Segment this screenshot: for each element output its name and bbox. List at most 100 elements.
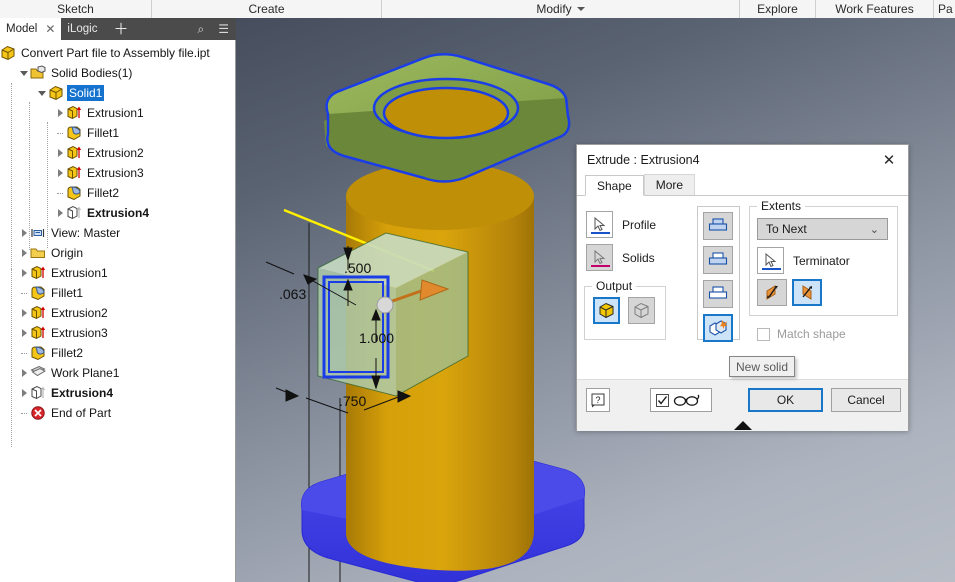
ribbon-panel-label: Explore [757, 2, 798, 16]
tree-item[interactable]: Extrusion2 [0, 143, 236, 163]
dialog-title-bar[interactable]: Extrude : Extrusion4 ✕ [577, 145, 908, 174]
dialog-title: Extrude : Extrusion4 [587, 152, 700, 167]
tree-item[interactable]: Extrusion1 [0, 103, 236, 123]
close-icon[interactable]: ✕ [45, 23, 55, 35]
add-tab-icon[interactable]: ＋ [107, 22, 134, 37]
tab-model[interactable]: Model ✕ [0, 18, 62, 40]
tree-item-icon-wrap [30, 285, 47, 302]
intersect-icon [708, 286, 728, 299]
menu-icon[interactable]: ☰ [211, 22, 236, 36]
ribbon-panel-work-features[interactable]: Work Features [816, 0, 934, 18]
chevron-down-icon[interactable] [36, 83, 48, 103]
solid-cube-icon [49, 85, 63, 100]
ribbon-panel-pattern[interactable]: Pa [934, 0, 955, 18]
tab-ilogic-label: iLogic [67, 23, 98, 35]
terminator-select-button[interactable] [757, 247, 784, 274]
tree-item[interactable]: Extrusion3 [0, 323, 236, 343]
dimension-label[interactable]: .750 [339, 393, 366, 409]
ok-button[interactable]: OK [748, 388, 823, 412]
dimension-label[interactable]: .500 [344, 260, 371, 276]
tree-item[interactable]: Extrusion1 [0, 263, 236, 283]
tree-item[interactable]: Extrusion3 [0, 163, 236, 183]
tree-item[interactable]: Fillet2 [0, 183, 236, 203]
new-solid-button[interactable] [703, 314, 733, 342]
tree-item[interactable]: Origin [0, 243, 236, 263]
tab-shape[interactable]: Shape [585, 175, 644, 196]
tree-item[interactable]: Fillet2 [0, 343, 236, 363]
extrude-dialog[interactable]: Extrude : Extrusion4 ✕ Shape More Profil… [576, 144, 909, 431]
close-icon[interactable]: ✕ [870, 145, 908, 174]
extents-dropdown[interactable]: To Next ⌄ [757, 218, 888, 240]
cut-button[interactable] [703, 246, 733, 274]
search-icon[interactable]: ⌕ [191, 22, 212, 37]
chevron-right-icon[interactable] [18, 243, 30, 263]
tree-item[interactable]: Extrusion4 [0, 203, 236, 223]
join-button[interactable] [703, 212, 733, 240]
extrusion-icon [31, 325, 46, 339]
chevron-right-icon[interactable] [18, 323, 30, 343]
match-shape-checkbox[interactable] [757, 328, 770, 341]
tree-item[interactable]: Extrusion2 [0, 303, 236, 323]
tree-item[interactable]: Fillet1 [0, 123, 236, 143]
chevron-right-icon[interactable] [18, 383, 30, 403]
tab-ilogic[interactable]: iLogic [61, 18, 103, 40]
direction-1-button[interactable] [757, 279, 787, 306]
tree-item[interactable]: View: Master [0, 223, 236, 243]
chevron-right-icon[interactable] [18, 263, 30, 283]
chevron-right-icon[interactable] [54, 163, 66, 183]
tree-item-label: Extrusion4 [87, 206, 150, 220]
solids-select-button[interactable] [586, 244, 613, 271]
tree-item[interactable]: Solid Bodies(1) [0, 63, 236, 83]
chevron-right-icon[interactable] [54, 103, 66, 123]
tab-model-label: Model [6, 23, 38, 35]
tree-item[interactable]: Fillet1 [0, 283, 236, 303]
chevron-right-icon[interactable] [54, 203, 66, 223]
chevron-down-icon[interactable] [18, 63, 30, 83]
profile-color-bar [591, 232, 610, 234]
ribbon-panel-sketch[interactable]: Sketch [0, 0, 152, 18]
ribbon-panel-strip: Sketch Create Modify Explore Work Featur… [0, 0, 955, 18]
help-button[interactable]: ? [586, 388, 610, 412]
ribbon-panel-create[interactable]: Create [152, 0, 382, 18]
ribbon-panel-label: Sketch [57, 2, 94, 16]
dialog-expander-grip[interactable] [577, 420, 908, 431]
preview-toggle[interactable] [650, 388, 712, 412]
tree-item-icon-wrap [30, 305, 47, 322]
chevron-right-icon[interactable] [54, 143, 66, 163]
ribbon-panel-explore[interactable]: Explore [740, 0, 816, 18]
extrusion-icon [67, 165, 82, 179]
surface-output-button[interactable] [628, 297, 655, 324]
tree-item[interactable]: Convert Part file to Assembly file.ipt [0, 43, 236, 63]
chevron-down-icon[interactable]: ⌄ [870, 223, 879, 236]
tree-item[interactable]: End of Part [0, 403, 236, 423]
extrusion-new-icon [31, 385, 46, 399]
cursor-arrow-icon [594, 249, 605, 264]
dialog-footer: ? OK Cancel [577, 379, 908, 421]
browser-tab-bar: Model ✕ iLogic ＋ ⌕ ☰ [0, 18, 236, 40]
tab-more[interactable]: More [643, 174, 696, 195]
new-solid-icon [709, 320, 728, 336]
tree-item[interactable]: Extrusion4 [0, 383, 236, 403]
chevron-right-icon[interactable] [18, 303, 30, 323]
tree-item[interactable]: Work Plane1 [0, 363, 236, 383]
intersect-button[interactable] [703, 280, 733, 308]
tree-item-label: Extrusion1 [87, 106, 144, 120]
tree-item-icon-wrap [30, 64, 47, 82]
solids-color-bar [591, 265, 610, 267]
ok-button-label: OK [776, 393, 795, 407]
profile-select-button[interactable] [586, 211, 613, 238]
direction-2-button[interactable] [792, 279, 822, 306]
dimension-label[interactable]: 1.000 [359, 330, 394, 346]
chevron-right-icon[interactable] [18, 223, 30, 243]
chevron-down-icon[interactable] [576, 7, 585, 11]
cancel-button[interactable]: Cancel [831, 388, 901, 412]
tree-item[interactable]: Solid1 [0, 83, 236, 103]
solid-output-button[interactable] [593, 297, 620, 324]
ribbon-panel-modify[interactable]: Modify [382, 0, 740, 18]
fillet-icon [31, 285, 45, 300]
chevron-right-icon[interactable] [18, 363, 30, 383]
model-tree[interactable]: Convert Part file to Assembly file.ipt So… [0, 40, 236, 582]
tree-item-label: Fillet1 [51, 286, 84, 300]
dimension-label[interactable]: .063 [279, 286, 306, 302]
part-cube-icon [1, 45, 15, 60]
